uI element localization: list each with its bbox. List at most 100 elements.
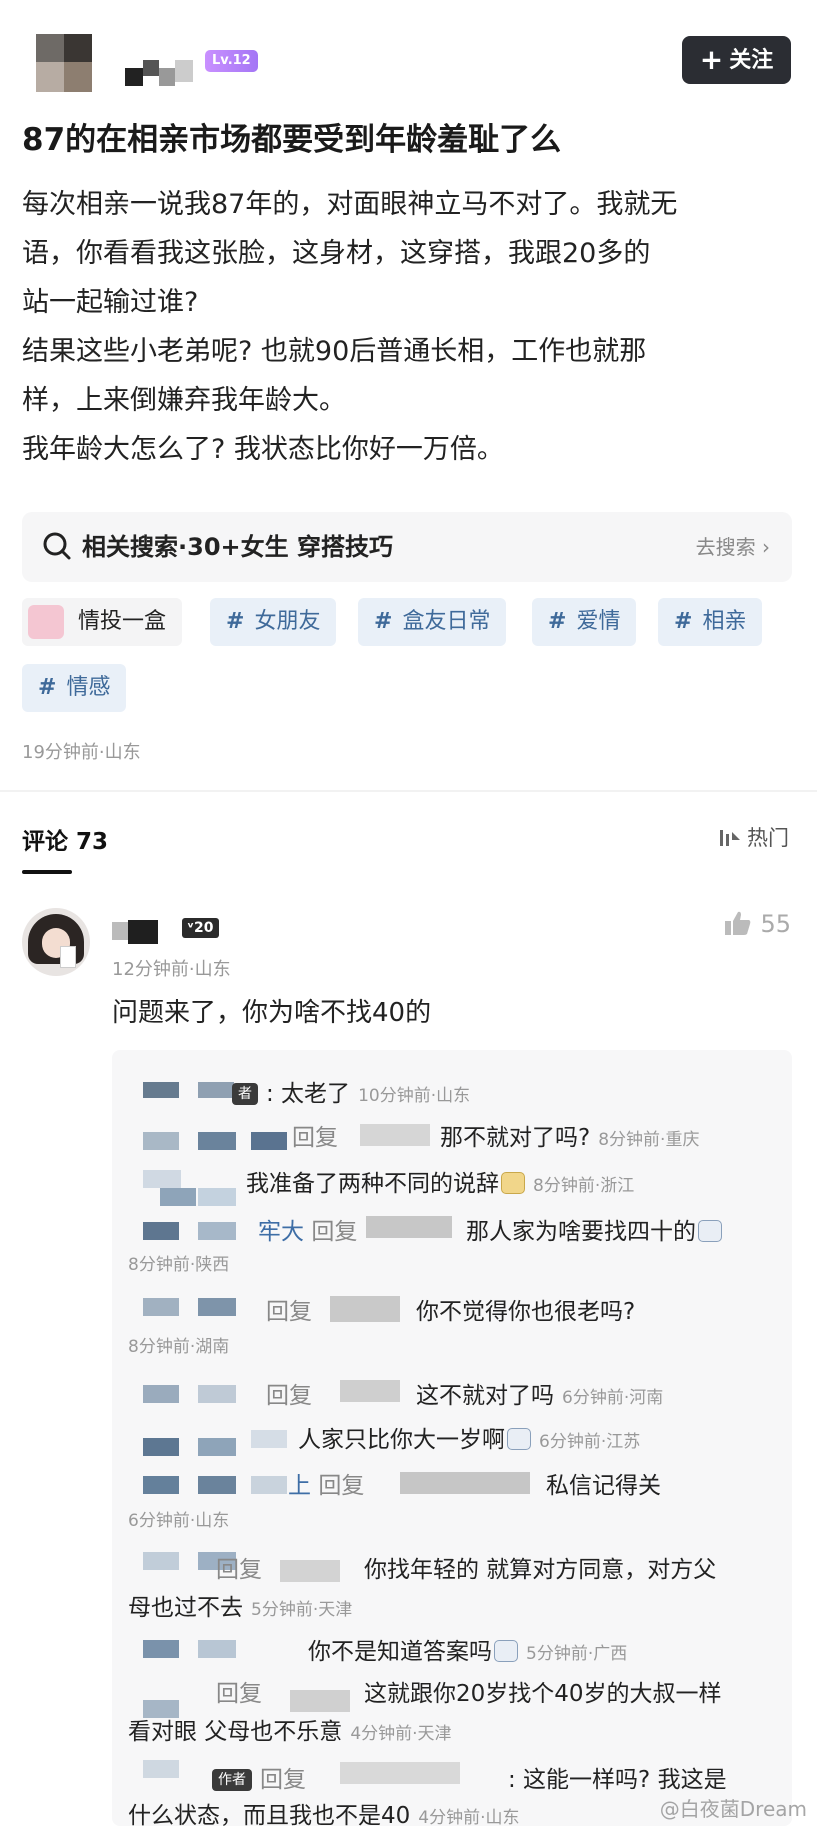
reply-item[interactable]: 私信记得关 xyxy=(546,1466,661,1500)
reply-item[interactable]: 我准备了两种不同的说辞 8分钟前·浙江 xyxy=(246,1164,634,1198)
reply-item[interactable]: 母也过不去 5分钟前·天津 xyxy=(128,1588,352,1622)
tab-underline xyxy=(22,870,72,874)
like-count: 55 xyxy=(760,910,791,938)
reply-time: 8分钟前·浙江 xyxy=(533,1176,635,1196)
post-title: 87的在相亲市场都要受到年龄羞耻了么 xyxy=(22,122,562,158)
hash-icon: # xyxy=(374,609,393,634)
reply-item[interactable]: 那不就对了吗? 8分钟前·重庆 xyxy=(440,1118,699,1152)
reply-text: 那不就对了吗? xyxy=(440,1125,591,1151)
reply-nick[interactable]: 上 xyxy=(288,1473,311,1499)
tag-blind-date[interactable]: # 相亲 xyxy=(658,598,763,646)
tag-girlfriend[interactable]: # 女朋友 xyxy=(210,598,337,646)
tag-label: 情感 xyxy=(66,675,111,700)
sort-hot-button[interactable]: 热门 xyxy=(719,822,789,852)
reply-item[interactable]: 牢大 回复 xyxy=(258,1212,363,1246)
reply-item[interactable]: 这就跟你20岁找个40岁的大叔一样 xyxy=(364,1674,722,1708)
reply-item[interactable]: 那人家为啥要找四十的 xyxy=(466,1212,722,1246)
search-icon xyxy=(43,532,71,560)
reply-text: 你不觉得你也很老吗? xyxy=(416,1299,636,1325)
level-badge: Lv.12 xyxy=(205,50,258,72)
reply-item[interactable]: 人家只比你大一岁啊 6分钟前·江苏 xyxy=(298,1420,640,1454)
reply-item[interactable]: 8分钟前·湖南 xyxy=(128,1332,229,1358)
reply-time: 8分钟前·湖南 xyxy=(128,1337,230,1357)
author-tag: 者 xyxy=(232,1083,258,1105)
post-body: 每次相亲一说我87年的，对面眼神立马不对了。我就无 语，你看看我这张脸，这身材，… xyxy=(22,180,802,474)
comment-time-location: 12分钟前·山东 xyxy=(112,959,231,980)
hash-icon: # xyxy=(38,675,57,700)
reply-text: 这就跟你20岁找个40岁的大叔一样 xyxy=(364,1681,722,1707)
tag-emotion[interactable]: # 情感 xyxy=(22,664,127,712)
like-button[interactable]: 55 xyxy=(724,910,791,938)
post-body-line: 语，你看看我这张脸，这身材，这穿搭，我跟20多的 xyxy=(22,238,651,269)
reply-time: 5分钟前·天津 xyxy=(251,1600,353,1620)
reply-item[interactable]: 回复 xyxy=(292,1118,344,1152)
go-search-link[interactable]: 去搜索 › xyxy=(696,512,770,582)
tag-label: 爱情 xyxy=(576,609,621,634)
album-icon xyxy=(28,605,64,639)
comments-count-tab[interactable]: 评论 73 xyxy=(22,822,108,856)
tag-label: 盒友日常 xyxy=(402,609,491,634)
reply-item[interactable]: 回复 xyxy=(266,1292,318,1326)
watermark: @白夜菌Dream xyxy=(659,1797,807,1821)
hash-icon: # xyxy=(674,609,693,634)
reply-item[interactable]: 看对眼 父母也不乐意 4分钟前·天津 xyxy=(128,1712,452,1746)
related-search-bar[interactable]: 相关搜索·30+女生 穿搭技巧 去搜索 › xyxy=(22,512,792,582)
reply-word: 回复 xyxy=(266,1383,312,1409)
author-avatar[interactable] xyxy=(36,34,92,92)
author-tag: 作者 xyxy=(212,1769,252,1791)
reply-text: 人家只比你大一岁啊 xyxy=(298,1427,505,1453)
post-body-line: 站一起输过谁? xyxy=(22,287,199,318)
reply-item[interactable]: 者: 太老了 10分钟前·山东 xyxy=(232,1074,470,1108)
album-tag-label: 情投一盒 xyxy=(78,609,167,634)
reply-item[interactable]: 你不觉得你也很老吗? xyxy=(416,1292,635,1326)
reply-word: 回复 xyxy=(216,1681,262,1707)
post-header: Lv.12 + 关注 xyxy=(0,0,817,110)
reply-item[interactable]: 8分钟前·陕西 xyxy=(128,1250,229,1276)
hash-icon: # xyxy=(548,609,567,634)
tag-daily[interactable]: # 盒友日常 xyxy=(358,598,507,646)
hash-icon: # xyxy=(226,609,245,634)
related-search-text: 相关搜索·30+女生 穿搭技巧 xyxy=(82,533,393,561)
post-time-location: 19分钟前·山东 xyxy=(22,742,141,763)
reply-item[interactable]: 回复 xyxy=(216,1550,268,1584)
tag-love[interactable]: # 爱情 xyxy=(532,598,637,646)
reply-item[interactable]: 什么状态，而且我也不是40 4分钟前·山东 xyxy=(128,1796,520,1826)
reply-item[interactable]: 你找年轻的 就算对方同意，对方父 xyxy=(364,1550,716,1584)
emoji-icon xyxy=(507,1428,531,1450)
reply-time: 6分钟前·山东 xyxy=(128,1511,230,1531)
reply-time: 5分钟前·广西 xyxy=(526,1644,628,1664)
follow-label: 关注 xyxy=(729,48,774,73)
album-tag[interactable]: 情投一盒 xyxy=(22,598,183,646)
reply-item[interactable]: 作者 回复 xyxy=(212,1760,312,1794)
reply-item[interactable]: 回复 xyxy=(266,1376,318,1410)
thumbs-up-icon xyxy=(725,911,751,935)
post-body-line: 每次相亲一说我87年的，对面眼神立马不对了。我就无 xyxy=(22,189,678,220)
reply-nick[interactable]: 牢大 xyxy=(258,1219,304,1245)
section-divider xyxy=(0,790,817,792)
commenter-avatar[interactable] xyxy=(22,908,90,976)
sort-icon xyxy=(720,830,740,846)
reply-item[interactable]: 这不就对了吗 6分钟前·河南 xyxy=(416,1376,663,1410)
post-body-line: 样，上来倒嫌弃我年龄大。 xyxy=(22,385,346,416)
reply-text: 这不就对了吗 xyxy=(416,1383,554,1409)
post-body-line: 结果这些小老弟呢? 也就90后普通长相，工作也就那 xyxy=(22,336,647,367)
reply-text: 看对眼 父母也不乐意 xyxy=(128,1719,343,1745)
plus-icon: + xyxy=(699,43,724,76)
reply-item[interactable]: : 这能一样吗? 我这是 xyxy=(508,1760,727,1794)
author-name[interactable] xyxy=(125,54,205,90)
commenter-level-badge: ᵛ20 xyxy=(182,918,219,938)
reply-text: 那人家为啥要找四十的 xyxy=(466,1219,696,1245)
reply-word: 回复 xyxy=(292,1125,338,1151)
reply-item[interactable]: 上 回复 xyxy=(288,1466,370,1500)
reply-time: 4分钟前·天津 xyxy=(350,1724,452,1744)
emoji-icon xyxy=(501,1172,525,1194)
reply-time: 10分钟前·山东 xyxy=(358,1086,471,1106)
reply-item[interactable]: 6分钟前·山东 xyxy=(128,1506,229,1532)
reply-word: 回复 xyxy=(311,1219,358,1245)
reply-text: 你找年轻的 就算对方同意，对方父 xyxy=(364,1557,717,1583)
reply-item[interactable]: 回复 xyxy=(216,1674,268,1708)
reply-item[interactable]: 你不是知道答案吗 5分钟前·广西 xyxy=(308,1632,627,1666)
reply-text: 我准备了两种不同的说辞 xyxy=(246,1171,499,1197)
follow-button[interactable]: + 关注 xyxy=(682,36,791,84)
reply-text: 私信记得关 xyxy=(546,1473,661,1499)
